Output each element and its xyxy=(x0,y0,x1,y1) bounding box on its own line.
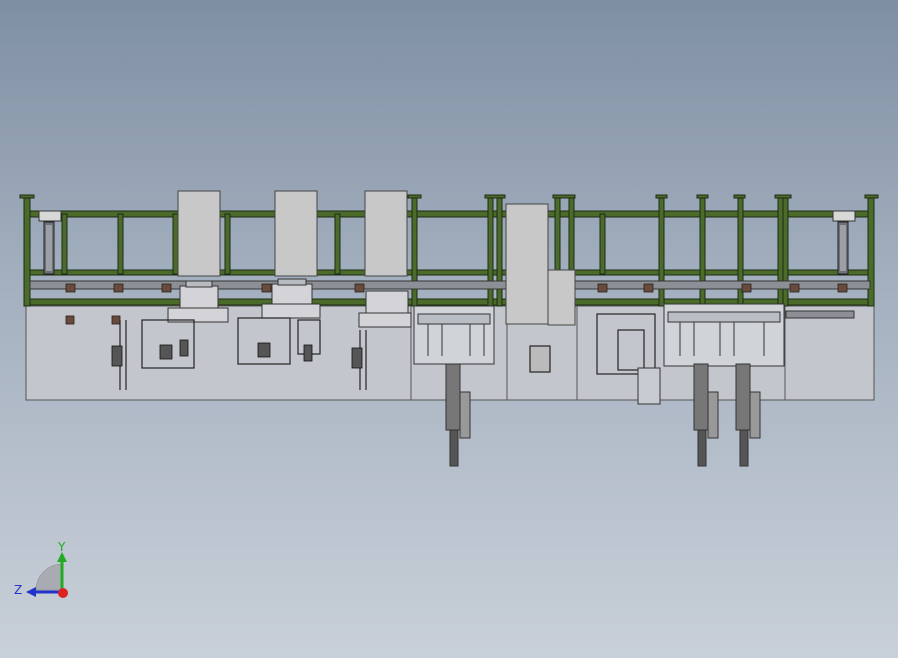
right-bracket xyxy=(785,310,855,319)
drum-3 xyxy=(358,290,412,328)
y-axis-label: Y xyxy=(57,540,66,554)
hanging-plate xyxy=(637,367,661,405)
z-axis-label: Z xyxy=(14,583,22,597)
cad-viewport[interactable]: Y Z xyxy=(0,0,898,658)
axis-triad xyxy=(26,552,68,598)
end-column-left xyxy=(38,210,62,275)
end-column-right xyxy=(832,210,856,275)
